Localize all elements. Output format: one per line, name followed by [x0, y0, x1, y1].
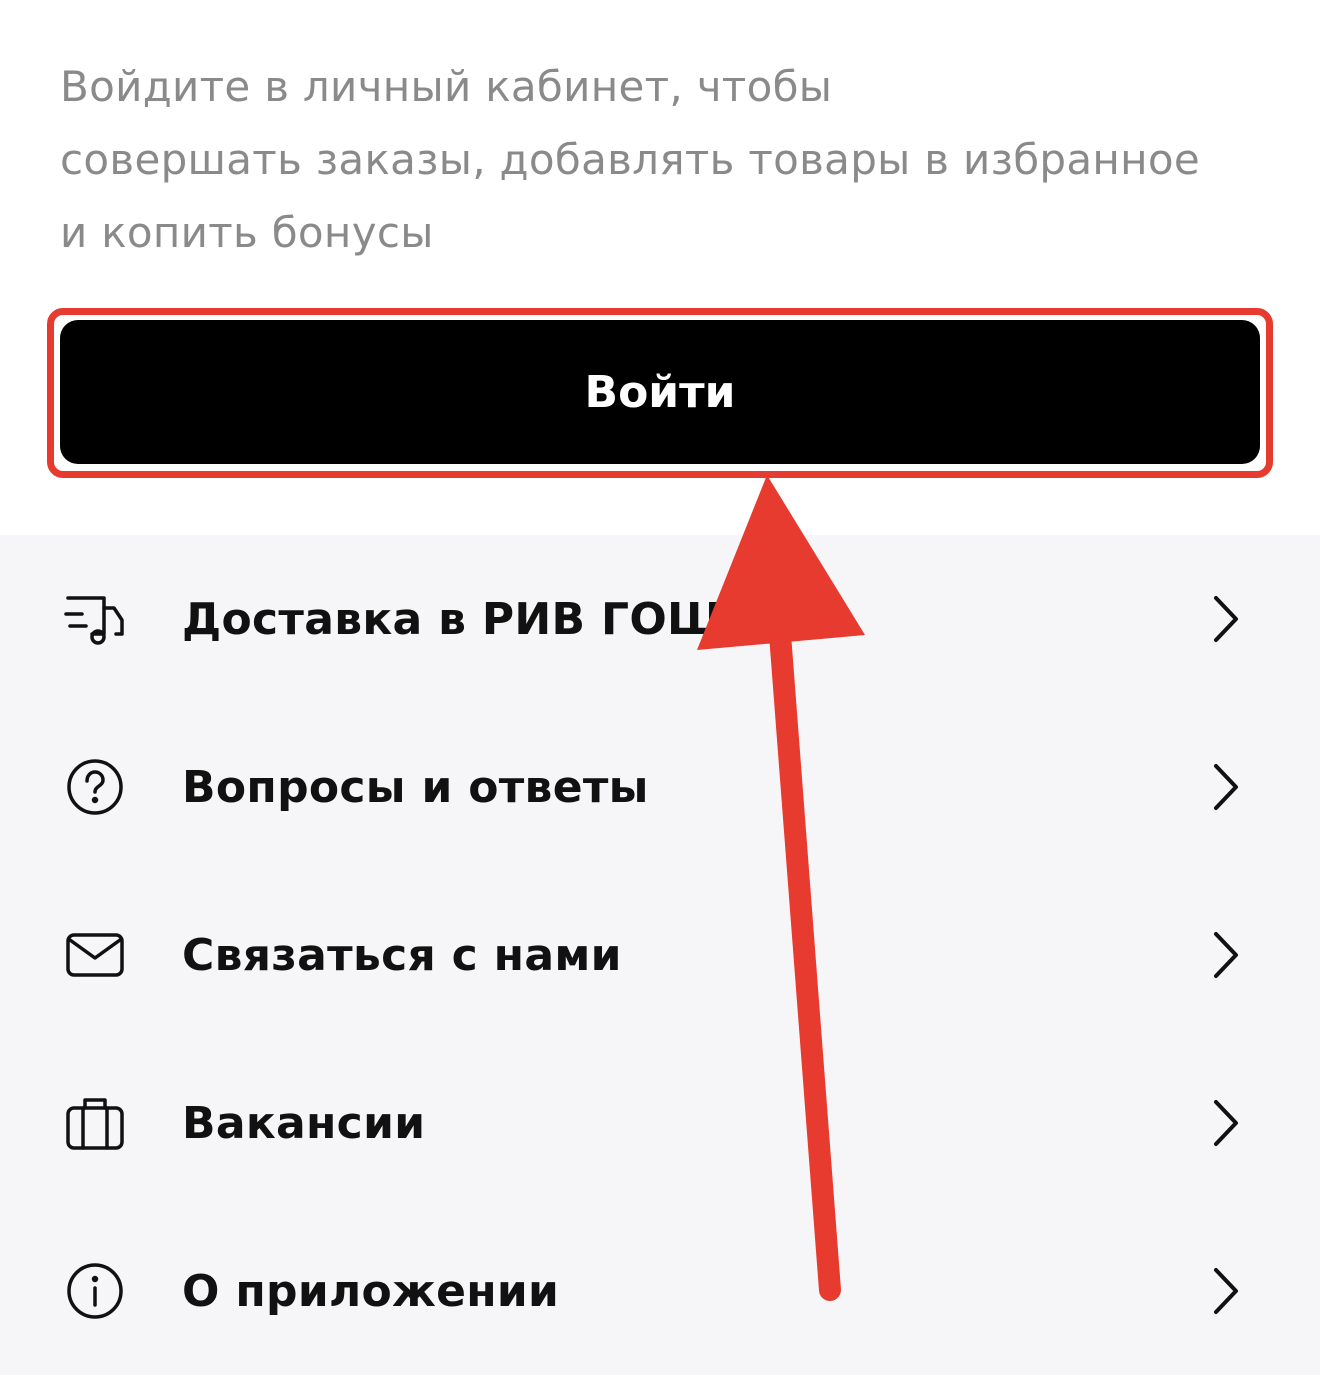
question-circle-icon: [64, 756, 126, 818]
menu-item-label: Вакансии: [182, 1097, 426, 1149]
menu-item-label: О приложении: [182, 1265, 560, 1317]
login-prompt-line-1: Войдите в личный кабинет, чтобы: [60, 62, 833, 111]
info-circle-icon: [64, 1260, 126, 1322]
menu-item-label: Связаться с нами: [182, 929, 622, 981]
menu-item-vacancies[interactable]: Вакансии: [0, 1039, 1320, 1207]
chevron-right-icon: [1214, 932, 1238, 978]
bottom-divider: [0, 1375, 1320, 1400]
chevron-right-icon: [1214, 764, 1238, 810]
menu-item-contact[interactable]: Связаться с нами: [0, 871, 1320, 1039]
menu-item-faq[interactable]: Вопросы и ответы: [0, 703, 1320, 871]
chevron-right-icon: [1214, 1268, 1238, 1314]
menu-item-about[interactable]: О приложении: [0, 1207, 1320, 1375]
menu-item-label: Вопросы и ответы: [182, 761, 649, 813]
login-prompt-text: Войдите в личный кабинет, чтобы совершат…: [60, 50, 1280, 269]
login-prompt-line-2: совершать заказы, добавлять товары в изб…: [60, 135, 1201, 184]
menu-item-delivery[interactable]: Доставка в РИВ ГОШ: [0, 535, 1320, 703]
briefcase-icon: [64, 1092, 126, 1154]
delivery-truck-icon: [64, 588, 126, 650]
mail-icon: [64, 924, 126, 986]
menu-item-label: Доставка в РИВ ГОШ: [182, 593, 722, 645]
menu-list: Доставка в РИВ ГОШ Вопросы и ответы Связ…: [0, 535, 1320, 1375]
login-prompt-line-3: и копить бонусы: [60, 208, 434, 257]
chevron-right-icon: [1214, 1100, 1238, 1146]
login-button[interactable]: Войти: [60, 320, 1260, 464]
chevron-right-icon: [1214, 596, 1238, 642]
